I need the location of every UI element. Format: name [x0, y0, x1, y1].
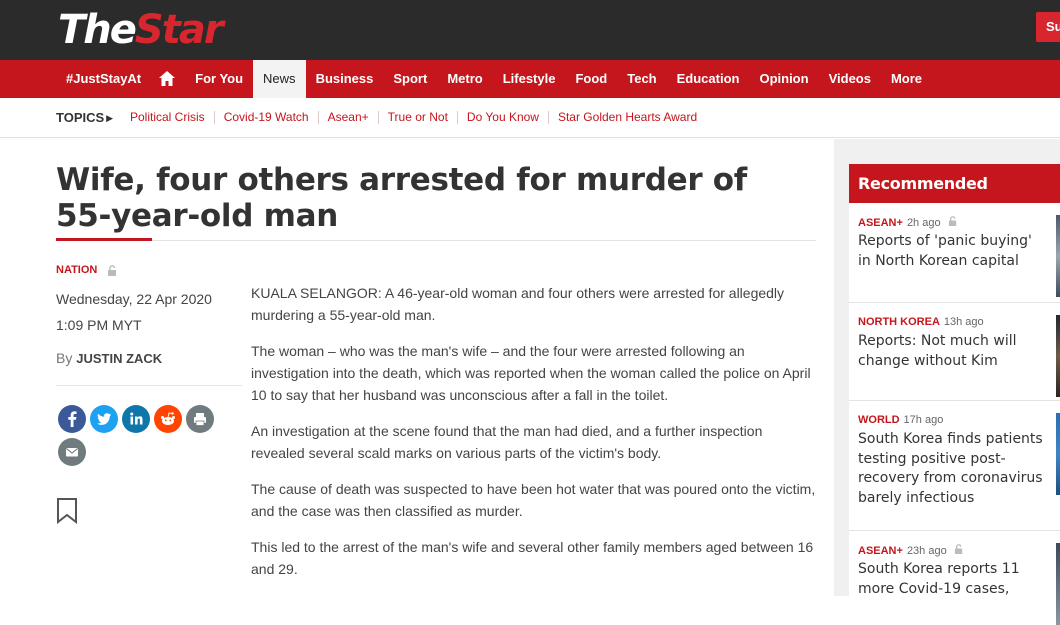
recommended-item-time: 13h ago: [943, 316, 984, 328]
recommended-item-category[interactable]: ASEAN+: [858, 217, 903, 229]
nav-item-videos[interactable]: Videos: [819, 60, 881, 98]
recommended-item-category[interactable]: WORLD: [858, 414, 900, 426]
topic-covid-19-watch[interactable]: Covid-19 Watch: [215, 111, 319, 124]
main-nav: #JustStayAt For You News Business Sport …: [0, 60, 1060, 98]
headline-divider: [56, 240, 816, 241]
nav-item-lifestyle[interactable]: Lifestyle: [493, 60, 566, 98]
recommended-item[interactable]: WORLD 17h ago South Korea finds patients …: [849, 401, 1060, 531]
nav-item-business[interactable]: Business: [306, 60, 384, 98]
reddit-share-button[interactable]: [154, 405, 182, 433]
lock-icon: [954, 544, 962, 554]
bookmark-icon[interactable]: [56, 498, 78, 529]
recommended-item-thumbnail[interactable]: [1056, 315, 1060, 397]
recommended-item-time: 17h ago: [903, 414, 944, 426]
topic-do-you-know[interactable]: Do You Know: [458, 111, 549, 124]
subscribe-button[interactable]: Su: [1036, 12, 1060, 42]
lock-icon: [948, 216, 956, 226]
topic-true-or-not[interactable]: True or Not: [379, 111, 458, 124]
caret-right-icon: ▶: [106, 113, 114, 123]
recommended-item-thumbnail[interactable]: [1056, 413, 1060, 495]
facebook-icon: [68, 411, 77, 427]
linkedin-share-button[interactable]: [122, 405, 150, 433]
meta-divider: [56, 385, 242, 386]
recommended-item[interactable]: ASEAN+ 23h ago South Korea reports 11 mor…: [849, 531, 1060, 625]
article-byline: By JUSTIN ZACK: [56, 350, 163, 366]
topics-label[interactable]: TOPICS ▶: [56, 110, 113, 125]
reddit-icon: [161, 412, 175, 425]
email-icon: [65, 448, 79, 457]
facebook-share-button[interactable]: [58, 405, 86, 433]
article-paragraph: KUALA SELANGOR: A 46-year-old woman and …: [251, 285, 785, 323]
topic-political-crisis[interactable]: Political Crisis: [121, 111, 215, 124]
recommended-item[interactable]: NORTH KOREA 13h ago Reports: Not much wil…: [849, 303, 1060, 401]
nav-item-for-you[interactable]: For You: [185, 60, 253, 98]
topic-star-golden-hearts-award[interactable]: Star Golden Hearts Award: [549, 111, 706, 124]
recommended-reading: Recommended Reading ASEAN+ 2h ago Reports…: [849, 164, 1060, 625]
article-paragraph: This led to the arrest of the man's wife…: [251, 539, 814, 577]
recommended-item-category[interactable]: ASEAN+: [858, 545, 903, 557]
nav-item-food[interactable]: Food: [565, 60, 617, 98]
print-button[interactable]: [186, 405, 214, 433]
recommended-item-title[interactable]: South Korea reports 11 more Covid-19 cas…: [858, 560, 1048, 599]
email-share-button[interactable]: [58, 438, 86, 466]
nav-item-news[interactable]: News: [253, 60, 306, 98]
article-body: KUALA SELANGOR: A 46-year-old woman and …: [251, 282, 816, 594]
topic-asean[interactable]: Asean+: [319, 111, 379, 124]
recommended-reading-title: Recommended Reading: [849, 164, 1060, 232]
article-headline: Wife, four others arrested for murder of…: [56, 162, 747, 234]
twitter-icon: [97, 413, 111, 425]
nav-item-home[interactable]: [151, 60, 185, 98]
article-paragraph: The cause of death was suspected to have…: [251, 481, 816, 519]
nav-item-tech[interactable]: Tech: [617, 60, 666, 98]
article-paragraph: The woman – who was the man's wife – and…: [251, 343, 811, 403]
recommended-item-time: 2h ago: [906, 217, 941, 229]
nav-item-sport[interactable]: Sport: [383, 60, 437, 98]
recommended-item-title[interactable]: South Korea finds patients testing posit…: [858, 430, 1048, 508]
site-logo[interactable]: TheStar: [58, 6, 224, 54]
article-date: Wednesday, 22 Apr 2020: [56, 291, 212, 307]
twitter-share-button[interactable]: [90, 405, 118, 433]
print-icon: [194, 413, 206, 426]
recommended-item-title[interactable]: Reports of 'panic buying' in North Korea…: [858, 232, 1048, 271]
recommended-item-thumbnail[interactable]: [1056, 543, 1060, 625]
author-link[interactable]: JUSTIN ZACK: [76, 351, 162, 366]
nav-item-education[interactable]: Education: [667, 60, 750, 98]
topics-bar: TOPICS ▶ Political Crisis Covid-19 Watch …: [0, 98, 1060, 138]
home-icon: [159, 60, 177, 98]
headline-accent-bar: [56, 238, 152, 241]
recommended-item[interactable]: ASEAN+ 2h ago Reports of 'panic buying' i…: [849, 203, 1060, 303]
nav-item-more[interactable]: More: [881, 60, 932, 98]
nav-item-metro[interactable]: Metro: [437, 60, 492, 98]
recommended-item-time: 23h ago: [906, 545, 947, 557]
recommended-item-title[interactable]: Reports: Not much will change without Ki…: [858, 332, 1048, 371]
lock-icon: [107, 263, 118, 281]
linkedin-icon: [130, 412, 143, 425]
article-paragraph: An investigation at the scene found that…: [251, 423, 763, 461]
article-time: 1:09 PM MYT: [56, 317, 142, 333]
recommended-item-category[interactable]: NORTH KOREA: [858, 316, 940, 328]
article-category[interactable]: NATION: [56, 264, 97, 276]
recommended-item-thumbnail[interactable]: [1056, 215, 1060, 297]
nav-item-juststayat[interactable]: #JustStayAt: [56, 60, 151, 98]
nav-item-opinion[interactable]: Opinion: [749, 60, 818, 98]
top-bar: TheStar Su: [0, 0, 1060, 60]
